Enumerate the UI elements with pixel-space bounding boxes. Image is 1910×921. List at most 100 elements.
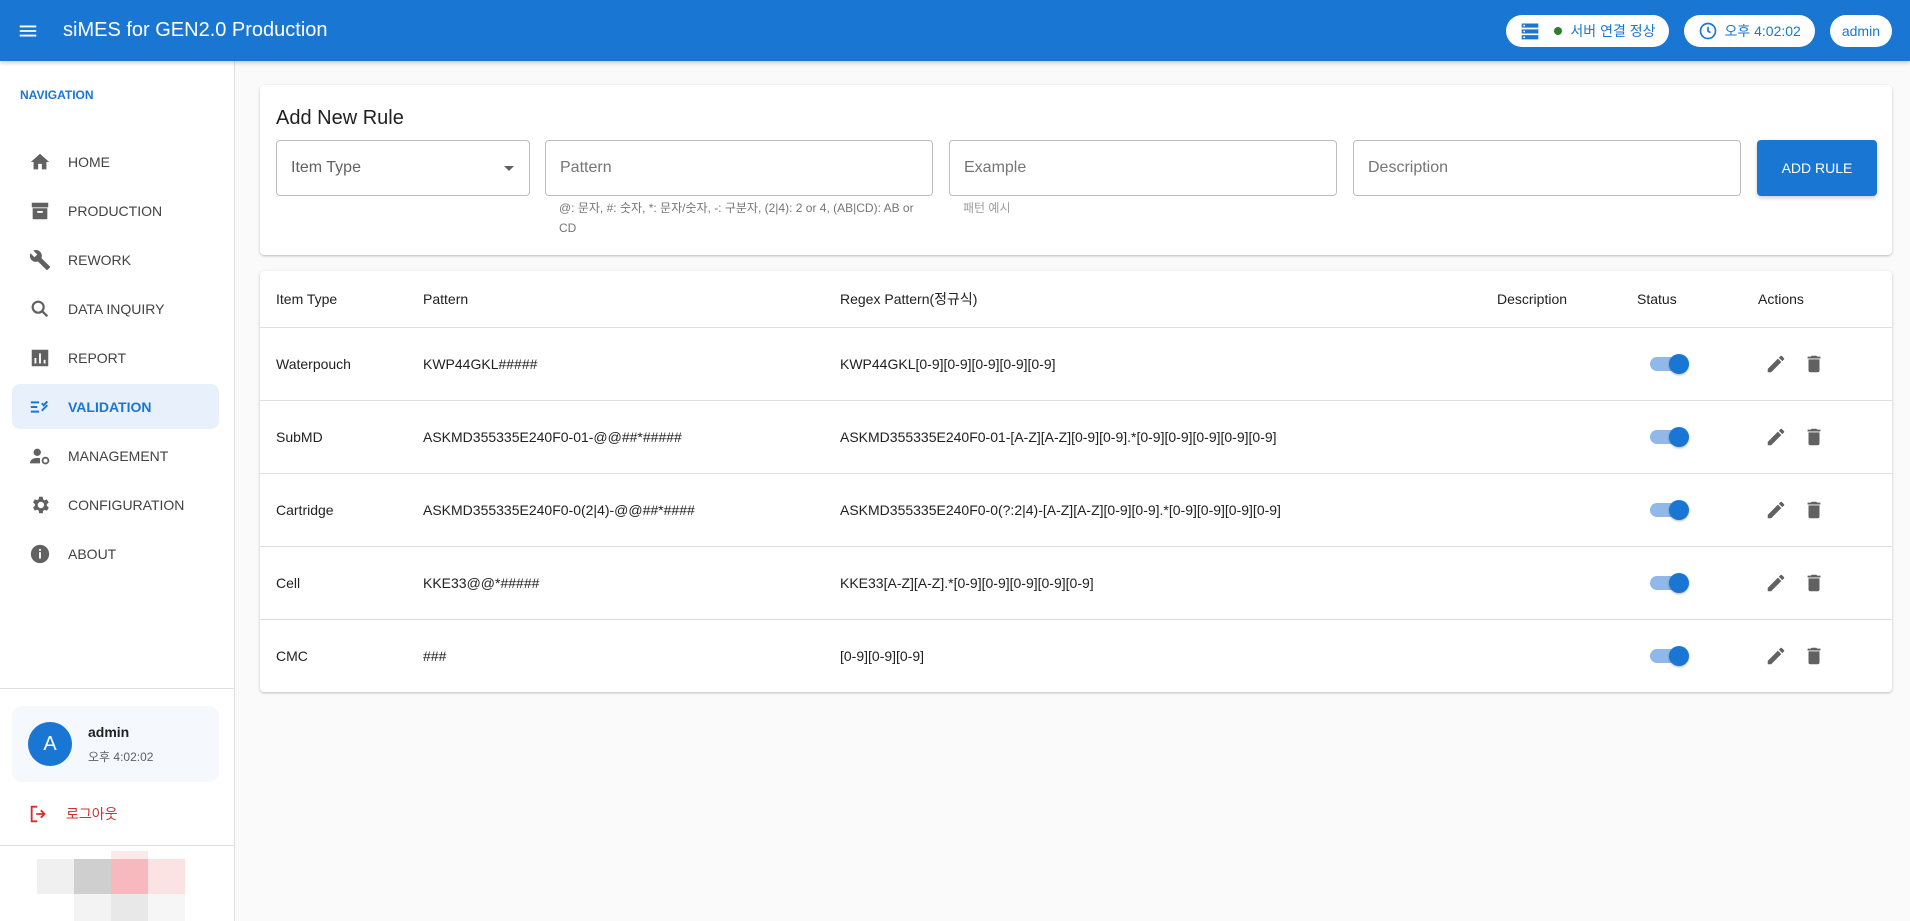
column-header-pattern[interactable]: Pattern bbox=[407, 271, 824, 328]
clock-text: 오후 4:02:02 bbox=[1724, 22, 1801, 39]
server-status-chip[interactable]: 서버 연결 정상 bbox=[1506, 14, 1670, 47]
app-bar: siMES for GEN2.0 Production 서버 연결 정상 오후 … bbox=[0, 0, 1910, 61]
sidebar-item-label: DATA INQUIRY bbox=[68, 300, 165, 317]
nav-list: HOME PRODUCTION REWORK DATA INQUIRY REPO… bbox=[12, 139, 219, 580]
archive-icon bbox=[28, 199, 52, 223]
sidebar-item-label: PRODUCTION bbox=[68, 202, 163, 219]
menu-icon[interactable] bbox=[0, 3, 56, 59]
delete-icon[interactable] bbox=[1803, 499, 1825, 521]
gear-icon bbox=[28, 493, 52, 517]
delete-icon[interactable] bbox=[1803, 426, 1825, 448]
sidebar-item-home[interactable]: HOME bbox=[12, 139, 219, 184]
table-row: SubMD ASKMD355335E240F0-01-@@##*##### AS… bbox=[260, 400, 1892, 474]
item-type-select[interactable]: Item Type bbox=[276, 140, 530, 196]
table-row: Cartridge ASKMD355335E240F0-0(2|4)-@@##*… bbox=[260, 473, 1892, 547]
sidebar-item-data-inquiry[interactable]: DATA INQUIRY bbox=[12, 286, 219, 331]
cell-item-type: CMC bbox=[276, 647, 308, 664]
cell-description bbox=[1481, 619, 1621, 692]
user-chip-label: admin bbox=[1841, 22, 1880, 39]
pattern-input[interactable] bbox=[560, 159, 918, 177]
cell-item-type: Cell bbox=[260, 546, 407, 620]
dropdown-arrow-icon bbox=[503, 162, 515, 174]
clock-icon bbox=[1698, 21, 1724, 41]
cell-item-type: Cartridge bbox=[260, 473, 407, 547]
logout-label: 로그아웃 bbox=[66, 806, 118, 822]
user-card: A admin 오후 4:02:02 bbox=[12, 706, 219, 782]
table-row: Cell KKE33@@*##### KKE33[A-Z][A-Z].*[0-9… bbox=[260, 546, 1892, 620]
column-header-description[interactable]: Description bbox=[1481, 271, 1621, 328]
logout-icon bbox=[28, 803, 66, 825]
sidebar: NAVIGATION HOME PRODUCTION REWORK DATA I… bbox=[0, 61, 235, 921]
delete-icon[interactable] bbox=[1803, 645, 1825, 667]
status-toggle[interactable] bbox=[1650, 645, 1689, 666]
user-chip[interactable]: admin bbox=[1829, 14, 1892, 47]
description-input[interactable] bbox=[1368, 159, 1726, 177]
sidebar-item-management[interactable]: MANAGEMENT bbox=[12, 433, 219, 478]
sidebar-item-label: ABOUT bbox=[68, 545, 117, 562]
user-settings-icon bbox=[28, 444, 52, 468]
cell-pattern: KWP44GKL##### bbox=[407, 327, 824, 401]
server-status-text: 서버 연결 정상 bbox=[1570, 22, 1656, 39]
chart-icon bbox=[28, 346, 52, 370]
status-toggle[interactable] bbox=[1650, 572, 1689, 593]
column-header-item-type[interactable]: Item Type bbox=[260, 271, 407, 328]
edit-icon[interactable] bbox=[1765, 645, 1787, 667]
cell-pattern: ASKMD355335E240F0-01-@@##*##### bbox=[407, 400, 824, 474]
sidebar-item-about[interactable]: ABOUT bbox=[12, 531, 219, 576]
delete-icon[interactable] bbox=[1803, 572, 1825, 594]
sidebar-item-label: CONFIGURATION bbox=[68, 496, 185, 513]
edit-icon[interactable] bbox=[1765, 572, 1787, 594]
status-toggle[interactable] bbox=[1650, 499, 1689, 520]
cell-description bbox=[1481, 400, 1621, 474]
sidebar-item-label: MANAGEMENT bbox=[68, 447, 169, 464]
sidebar-item-rework[interactable]: REWORK bbox=[12, 237, 219, 282]
column-header-regex[interactable]: Regex Pattern(정규식) bbox=[824, 271, 1481, 328]
company-logo bbox=[37, 851, 185, 921]
cell-regex: [0-9][0-9][0-9] bbox=[840, 647, 925, 664]
edit-icon[interactable] bbox=[1765, 426, 1787, 448]
cell-item-type: SubMD bbox=[260, 400, 407, 474]
form-title: Add New Rule bbox=[276, 107, 404, 129]
wrench-icon bbox=[28, 248, 52, 272]
logout-button[interactable]: 로그아웃 bbox=[28, 803, 118, 825]
status-toggle[interactable] bbox=[1650, 426, 1689, 447]
cell-regex: ASKMD355335E240F0-0(?:2|4)-[A-Z][A-Z][0-… bbox=[824, 473, 1481, 547]
table-header-row: Item Type Pattern Regex Pattern(정규식) Des… bbox=[260, 271, 1892, 328]
info-icon bbox=[28, 542, 52, 566]
example-field[interactable] bbox=[949, 140, 1337, 196]
delete-icon[interactable] bbox=[1803, 353, 1825, 375]
sidebar-item-report[interactable]: REPORT bbox=[12, 335, 219, 380]
table-row: CMC ### [0-9][0-9][0-9] bbox=[260, 619, 1892, 692]
table-row: Waterpouch KWP44GKL##### KWP44GKL[0-9][0… bbox=[260, 327, 1892, 401]
example-input[interactable] bbox=[964, 159, 1322, 177]
sidebar-item-validation[interactable]: VALIDATION bbox=[12, 384, 219, 429]
sidebar-divider bbox=[0, 845, 235, 846]
cell-item-type: Waterpouch bbox=[260, 327, 407, 401]
add-rule-button[interactable]: ADD RULE bbox=[1757, 140, 1877, 196]
rules-table: Item Type Pattern Regex Pattern(정규식) Des… bbox=[260, 271, 1892, 692]
item-type-placeholder: Item Type bbox=[291, 159, 361, 176]
sidebar-item-label: REPORT bbox=[68, 349, 127, 366]
cell-regex: KKE33[A-Z][A-Z].*[0-9][0-9][0-9][0-9][0-… bbox=[824, 546, 1481, 620]
edit-icon[interactable] bbox=[1765, 353, 1787, 375]
nav-heading: NAVIGATION bbox=[20, 88, 94, 102]
description-field[interactable] bbox=[1353, 140, 1741, 196]
checklist-icon bbox=[28, 395, 52, 419]
search-icon bbox=[28, 297, 52, 321]
clock-chip: 오후 4:02:02 bbox=[1684, 14, 1815, 47]
sidebar-divider bbox=[0, 688, 235, 689]
status-dot bbox=[1554, 26, 1563, 35]
server-icon bbox=[1520, 21, 1546, 41]
cell-description bbox=[1481, 546, 1621, 620]
pattern-field[interactable] bbox=[545, 140, 933, 196]
column-header-status[interactable]: Status bbox=[1621, 271, 1742, 328]
sidebar-item-production[interactable]: PRODUCTION bbox=[12, 188, 219, 233]
cell-pattern: ### bbox=[423, 647, 447, 664]
cell-description bbox=[1481, 473, 1621, 547]
sidebar-item-label: HOME bbox=[68, 153, 110, 170]
sidebar-item-configuration[interactable]: CONFIGURATION bbox=[12, 482, 219, 527]
sidebar-item-label: REWORK bbox=[68, 251, 131, 268]
edit-icon[interactable] bbox=[1765, 499, 1787, 521]
status-toggle[interactable] bbox=[1650, 353, 1689, 374]
user-time: 오후 4:02:02 bbox=[88, 749, 154, 764]
